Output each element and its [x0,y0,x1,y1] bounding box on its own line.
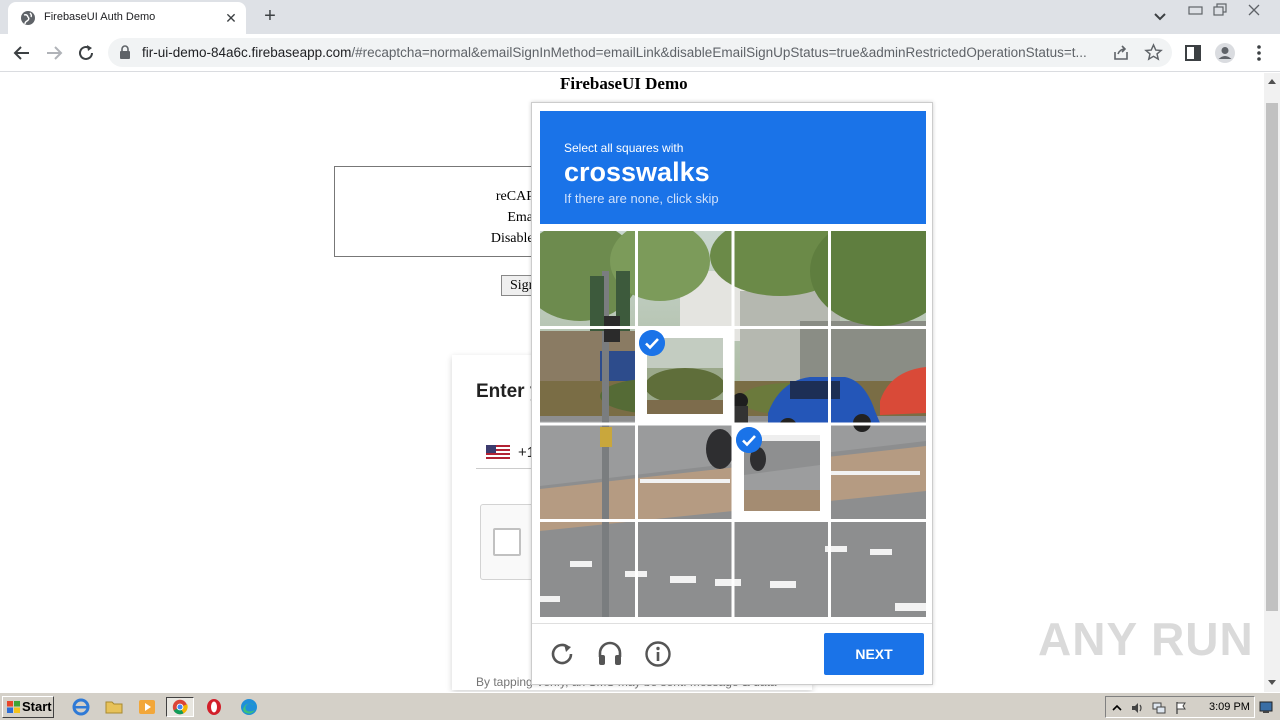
challenge-instruction: Select all squares with [564,141,684,155]
recaptcha-checkbox[interactable] [493,528,521,556]
new-tab-icon[interactable]: + [258,5,282,29]
start-button[interactable]: Start [2,696,54,718]
windows-flag-icon [7,701,20,713]
audio-challenge-icon[interactable] [596,640,624,668]
browser-toolbar: fir-ui-demo-84a6c.firebaseapp.com/#recap… [0,34,1280,72]
chrome-taskbar-button[interactable] [166,697,194,717]
share-icon[interactable] [1112,44,1130,62]
chrome-icon [172,699,188,715]
close-tab-icon[interactable]: ✕ [222,9,240,27]
scroll-up-icon[interactable] [1268,79,1276,84]
info-icon[interactable] [644,640,672,668]
tile-9[interactable] [637,425,732,520]
clock: 3:09 PM [1209,701,1250,713]
profile-avatar-icon[interactable] [1214,42,1236,64]
back-icon[interactable] [11,42,33,64]
browser-tab[interactable]: FirebaseUI Auth Demo ✕ [8,2,246,34]
us-flag-icon[interactable] [486,445,510,459]
challenge-image-grid [540,231,926,617]
tile-2[interactable] [734,231,829,326]
checkmark-icon [736,427,762,453]
tile-14[interactable] [734,522,829,617]
footer-divider [532,623,932,624]
tile-0[interactable] [540,231,635,326]
show-desktop-icon[interactable] [1259,700,1273,714]
ie-icon[interactable] [70,697,92,717]
tile-13[interactable] [637,522,732,617]
tile-10-selected[interactable] [734,425,829,520]
minimize-icon[interactable] [1186,3,1206,17]
challenge-header: Select all squares with crosswalks If th… [540,111,926,224]
bookmark-star-icon[interactable] [1144,43,1163,62]
page-title: FirebaseUI Demo [560,74,688,93]
restore-icon[interactable] [1211,3,1231,17]
menu-kebab-icon[interactable] [1248,42,1270,64]
tile-3[interactable] [831,231,926,326]
url-host: fir-ui-demo-84a6c.firebaseapp.com [142,45,352,60]
tile-5-selected[interactable] [637,328,732,423]
tile-11[interactable] [831,425,926,520]
tile-12[interactable] [540,522,635,617]
scroll-down-icon[interactable] [1268,680,1276,685]
close-window-icon[interactable] [1244,3,1264,17]
tile-15[interactable] [831,522,926,617]
reload-icon[interactable] [75,42,97,64]
volume-icon[interactable] [1130,701,1144,715]
edge-icon[interactable] [238,697,260,717]
checkmark-icon [639,330,665,356]
action-center-flag-icon[interactable] [1174,701,1188,715]
network-icon[interactable] [1152,701,1166,715]
tile-1[interactable] [637,231,732,326]
tile-6[interactable] [734,328,829,423]
scroll-thumb[interactable] [1266,103,1278,611]
media-player-icon[interactable] [136,697,158,717]
anyrun-watermark: ANY RUN [1038,613,1254,665]
challenge-keyword: crosswalks [564,157,710,187]
address-bar[interactable]: fir-ui-demo-84a6c.firebaseapp.com/#recap… [108,38,1172,67]
chevron-down-icon[interactable] [1150,8,1170,26]
tile-8[interactable] [540,425,635,520]
url-text: fir-ui-demo-84a6c.firebaseapp.com/#recap… [142,45,1102,60]
lock-icon[interactable] [118,45,132,60]
recaptcha-challenge: Select all squares with crosswalks If th… [531,102,933,685]
forward-icon[interactable] [43,42,65,64]
next-button[interactable]: NEXT [824,633,924,675]
system-tray: 3:09 PM [1105,696,1255,718]
tray-expand-icon[interactable] [1110,701,1124,715]
tile-4[interactable] [540,328,635,423]
challenge-hint: If there are none, click skip [564,191,719,206]
globe-icon [21,11,35,25]
start-label: Start [22,699,52,714]
reload-challenge-icon[interactable] [548,640,576,668]
tab-strip: FirebaseUI Auth Demo ✕ + [0,0,1280,34]
taskbar: Start 3:09 PM [0,692,1280,720]
page-scrollbar[interactable] [1264,73,1280,692]
folder-icon[interactable] [103,697,125,717]
side-panel-icon[interactable] [1182,42,1204,64]
tile-7[interactable] [831,328,926,423]
url-path: /#recaptcha=normal&emailSignInMethod=ema… [351,45,1087,60]
tab-title: FirebaseUI Auth Demo [44,11,156,23]
opera-icon[interactable] [203,697,225,717]
